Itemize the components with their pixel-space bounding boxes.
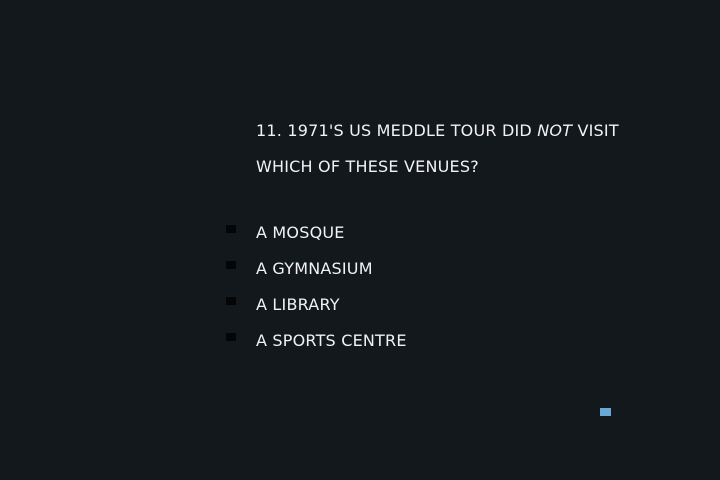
question-emphasis: NOT	[537, 121, 573, 140]
answer-option[interactable]: A GYMNASIUM	[226, 250, 407, 286]
question-text: 11. 1971'S US MEDDLE TOUR DID NOT VISIT …	[256, 113, 656, 185]
answer-options: A MOSQUE A GYMNASIUM A LIBRARY A SPORTS …	[226, 214, 407, 358]
option-bullet-icon	[226, 333, 236, 341]
answer-option[interactable]: A MOSQUE	[226, 214, 407, 250]
option-label: A LIBRARY	[256, 294, 340, 314]
option-bullet-icon	[226, 261, 236, 269]
option-label: A SPORTS CENTRE	[256, 330, 407, 350]
option-bullet-icon	[226, 225, 236, 233]
option-label: A GYMNASIUM	[256, 258, 373, 278]
question-line-1: 11. 1971'S US MEDDLE TOUR DID NOT VISIT	[256, 113, 656, 149]
question-suffix: VISIT	[577, 121, 619, 140]
option-label: A MOSQUE	[256, 222, 345, 242]
answer-option[interactable]: A LIBRARY	[226, 286, 407, 322]
option-bullet-icon	[226, 297, 236, 305]
next-indicator-icon[interactable]	[600, 408, 611, 416]
quiz-screen: 11. 1971'S US MEDDLE TOUR DID NOT VISIT …	[0, 0, 720, 480]
answer-option[interactable]: A SPORTS CENTRE	[226, 322, 407, 358]
question-line-2: WHICH OF THESE VENUES?	[256, 157, 479, 176]
question-prefix: 11. 1971'S US MEDDLE TOUR DID	[256, 121, 532, 140]
